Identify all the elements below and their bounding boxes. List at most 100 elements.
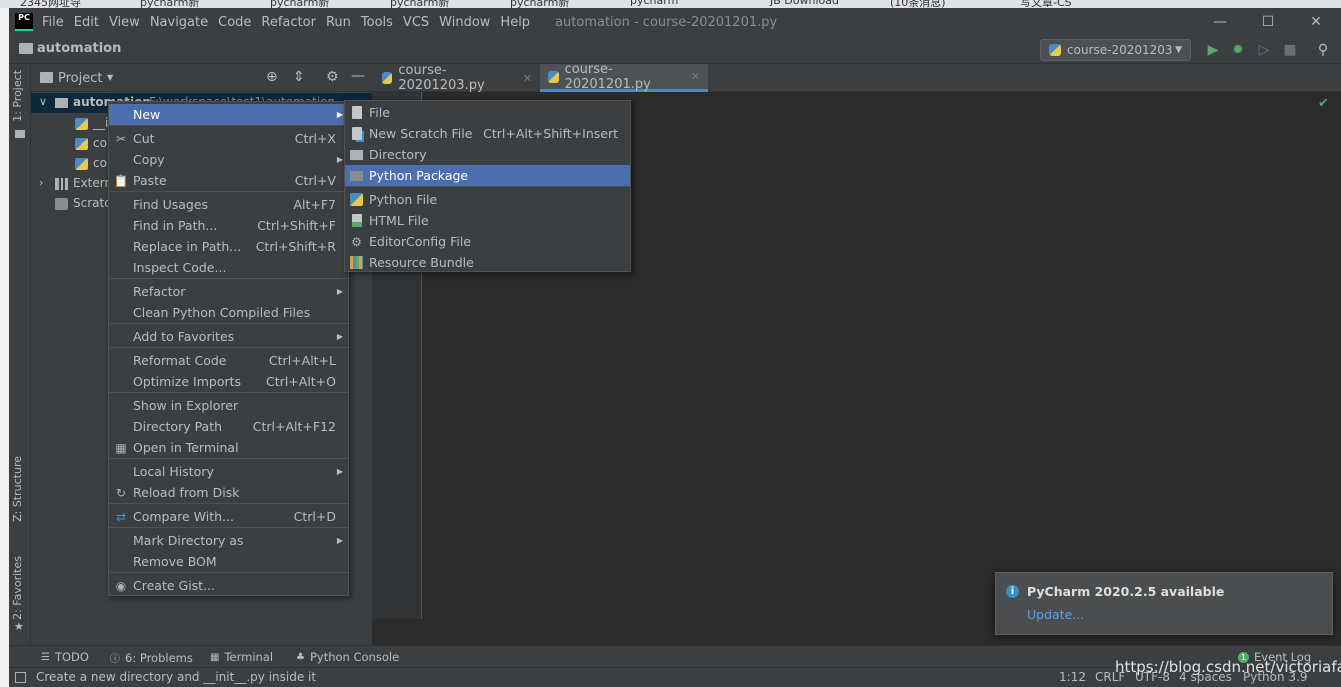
menu-item-label: New <box>133 107 161 122</box>
menu-help[interactable]: Help <box>495 15 535 30</box>
stop-icon[interactable]: ■ <box>1282 42 1298 58</box>
minimize-button[interactable]: — <box>1197 8 1243 36</box>
toggle-tool-windows-icon[interactable] <box>15 672 26 683</box>
browser-tab[interactable]: 写文章-CS <box>1020 0 1072 8</box>
browser-tab[interactable]: (10条消息) <box>890 0 946 8</box>
close-icon[interactable]: ✕ <box>523 72 532 85</box>
python-icon <box>1049 44 1061 56</box>
new-python-file[interactable]: Python File <box>345 189 630 210</box>
menu-item-label: File <box>369 105 390 120</box>
new-editorconfig-file[interactable]: ⚙ EditorConfig File <box>345 231 630 252</box>
info-icon: i <box>1006 585 1019 598</box>
new-new-scratch-file[interactable]: New Scratch File Ctrl+Alt+Shift+Insert <box>345 123 630 144</box>
menu-item-new[interactable]: New ▶ <box>109 104 348 125</box>
tab-favorites[interactable]: 2: Favorites <box>11 556 24 620</box>
menu-item-replace-in-path[interactable]: Replace in Path... Ctrl+Shift+R <box>109 236 348 257</box>
menu-separator <box>109 527 348 528</box>
menu-edit[interactable]: Edit <box>69 15 104 30</box>
menu-item-compare-with[interactable]: ⇄ Compare With... Ctrl+D <box>109 506 348 527</box>
menu-item-remove-bom[interactable]: Remove BOM <box>109 551 348 572</box>
problems-tool-button[interactable]: ⓘ 6: Problems <box>110 650 193 666</box>
todo-tool-button[interactable]: ☰ TODO <box>41 650 89 664</box>
menu-navigate[interactable]: Navigate <box>145 15 213 30</box>
project-view-select[interactable]: Project <box>58 71 102 86</box>
menu-item-local-history[interactable]: Local History ▶ <box>109 461 348 482</box>
menu-item-inspect-code[interactable]: Inspect Code... <box>109 257 348 278</box>
gear-icon[interactable]: ⚙ <box>326 69 339 85</box>
breadcrumb-project[interactable]: automation <box>37 41 121 56</box>
browser-tab[interactable]: 2345网址导 <box>20 0 81 8</box>
menu-item-label: Local History <box>133 464 214 479</box>
menu-item-label: Reformat Code <box>133 353 227 368</box>
menu-code[interactable]: Code <box>213 15 256 30</box>
browser-tab[interactable]: pycharm新 <box>390 0 449 8</box>
tab-structure[interactable]: Z: Structure <box>11 456 24 522</box>
menu-item-mark-directory-as[interactable]: Mark Directory as ▶ <box>109 530 348 551</box>
locate-icon[interactable]: ⊕ <box>266 69 278 85</box>
menu-separator <box>109 392 348 393</box>
menu-item-find-usages[interactable]: Find Usages Alt+F7 <box>109 194 348 215</box>
hide-panel-icon[interactable]: — <box>351 68 365 84</box>
menu-tools[interactable]: Tools <box>356 15 398 30</box>
python-file-icon <box>75 158 88 170</box>
terminal-tool-button[interactable]: ▦ Terminal <box>210 650 273 664</box>
maximize-button[interactable]: ☐ <box>1245 8 1291 36</box>
search-icon[interactable]: ⚲ <box>1315 42 1331 58</box>
close-icon[interactable]: ✕ <box>691 70 700 83</box>
new-html-file[interactable]: HTML File <box>345 210 630 231</box>
menu-separator <box>109 347 348 348</box>
menu-item-refactor[interactable]: Refactor ▶ <box>109 281 348 302</box>
menu-window[interactable]: Window <box>434 15 495 30</box>
menu-item-copy[interactable]: Copy ▶ <box>109 149 348 170</box>
tab-course-20201203[interactable]: course-20201203.py ✕ <box>374 63 540 93</box>
python-file-icon <box>548 70 559 83</box>
menu-item-find-in-path[interactable]: Find in Path... Ctrl+Shift+F <box>109 215 348 236</box>
menu-item-reload-from-disk[interactable]: ↻ Reload from Disk <box>109 482 348 503</box>
new-file[interactable]: File <box>345 102 630 123</box>
menu-item-create-gist[interactable]: ◉ Create Gist... <box>109 575 348 596</box>
menu-item-label: Copy <box>133 152 165 167</box>
menu-item-open-in-terminal[interactable]: ▦ Open in Terminal <box>109 437 348 458</box>
reload-icon: ↻ <box>115 486 127 500</box>
menu-view[interactable]: View <box>104 15 145 30</box>
browser-tab[interactable]: pycharm新 <box>510 0 569 8</box>
menu-vcs[interactable]: VCS <box>398 15 434 30</box>
left-tool-stripe: 1: Project Z: Structure 2: Favorites ★ <box>9 64 31 645</box>
menu-item-reformat-code[interactable]: Reformat Code Ctrl+Alt+L <box>109 350 348 371</box>
browser-tab[interactable]: JB Download <box>770 0 839 8</box>
python-console-tool-button[interactable]: ♣ Python Console <box>296 650 399 664</box>
caret-position[interactable]: 1:12 <box>1059 670 1086 684</box>
new-directory[interactable]: Directory <box>345 144 630 165</box>
browser-tab[interactable]: pycharm <box>630 0 678 8</box>
menu-item-paste[interactable]: 📋 Paste Ctrl+V <box>109 170 348 191</box>
menu-refactor[interactable]: Refactor <box>256 15 321 30</box>
menu-item-clean-python-compiled-files[interactable]: Clean Python Compiled Files <box>109 302 348 323</box>
chevron-down-icon[interactable]: ▼ <box>107 73 113 82</box>
menu-item-cut[interactable]: ✂ Cut Ctrl+X <box>109 128 348 149</box>
menu-separator <box>109 278 348 279</box>
new-python-package[interactable]: Python Package <box>345 165 630 186</box>
close-window-button[interactable]: ✕ <box>1293 8 1339 36</box>
browser-tab[interactable]: pycharm新 <box>270 0 329 8</box>
collapse-all-icon[interactable]: ⇕ <box>293 69 305 85</box>
menu-item-directory-path[interactable]: Directory Path Ctrl+Alt+F12 <box>109 416 348 437</box>
html-file-icon <box>352 214 362 227</box>
submenu-arrow-icon: ▶ <box>336 536 343 545</box>
chevron-down-icon[interactable]: ∨ <box>39 95 47 108</box>
new-resource-bundle[interactable]: Resource Bundle <box>345 252 630 273</box>
tab-project[interactable]: 1: Project <box>11 70 24 122</box>
debug-icon[interactable]: ✹ <box>1230 42 1246 58</box>
menu-file[interactable]: File <box>37 15 69 30</box>
menu-run[interactable]: Run <box>321 15 356 30</box>
browser-tab[interactable]: pycharm新 <box>140 0 199 8</box>
chevron-right-icon[interactable]: › <box>39 176 43 189</box>
update-notification: i PyCharm 2020.2.5 available Update... <box>995 572 1333 635</box>
menu-item-add-to-favorites[interactable]: Add to Favorites ▶ <box>109 326 348 347</box>
menu-item-optimize-imports[interactable]: Optimize Imports Ctrl+Alt+O <box>109 371 348 392</box>
tab-course-20201201[interactable]: course-20201201.py ✕ <box>540 62 708 92</box>
coverage-icon[interactable]: ▷ <box>1256 42 1272 58</box>
run-configuration-select[interactable]: course-20201203 ▼ <box>1040 39 1191 61</box>
update-link[interactable]: Update... <box>1027 607 1084 622</box>
menu-item-show-in-explorer[interactable]: Show in Explorer <box>109 395 348 416</box>
run-icon[interactable]: ▶ <box>1205 42 1221 58</box>
